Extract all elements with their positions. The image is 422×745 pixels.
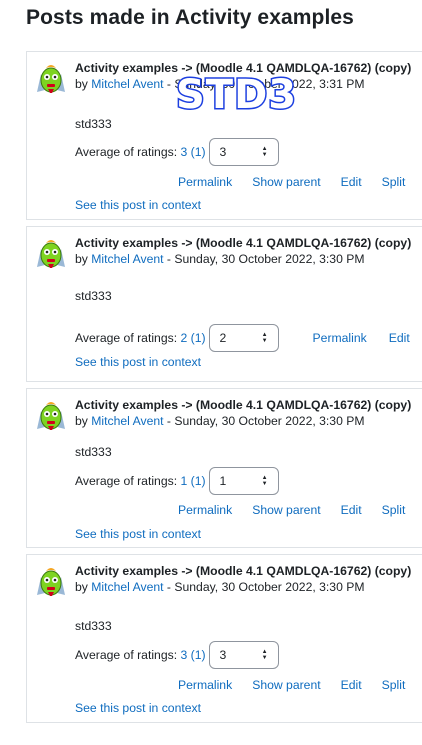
- green-monster-avatar-icon: [37, 568, 65, 596]
- post-byline: by Mitchel Avent - Sunday, 30 October 20…: [75, 252, 365, 266]
- edit-link[interactable]: Edit: [389, 331, 410, 345]
- by-label: by: [75, 580, 88, 594]
- forum-post: Activity examples -> (Moodle 4.1 QAMDLQA…: [26, 226, 422, 382]
- ratings-link[interactable]: 3 (1): [180, 648, 205, 662]
- post-byline: by Mitchel Avent - Sunday, 30 October 20…: [75, 580, 365, 594]
- see-in-context-link[interactable]: See this post in context: [75, 355, 201, 369]
- rating-select-value: 1: [219, 474, 227, 488]
- post-date: - Sunday, 30 October 2022, 3:30 PM: [163, 414, 365, 428]
- average-ratings-label: Average of ratings:: [75, 474, 178, 488]
- permalink-link[interactable]: Permalink: [178, 175, 232, 189]
- rating-row: Average of ratings: 2 (1) 2 ▲ ▼ Permalink…: [75, 324, 410, 352]
- post-commands: Permalink Show parent Edit Split: [158, 678, 405, 692]
- select-caret-icon: ▲ ▼: [261, 475, 268, 487]
- green-monster-avatar-icon: [37, 65, 65, 93]
- author-link[interactable]: Mitchel Avent: [91, 77, 163, 91]
- ratings-link[interactable]: 1 (1): [180, 474, 205, 488]
- select-caret-icon: ▲ ▼: [261, 332, 268, 344]
- post-body: std333: [75, 289, 112, 303]
- show-parent-link[interactable]: Show parent: [252, 503, 320, 517]
- rating-select-value: 3: [219, 648, 227, 662]
- split-link[interactable]: Split: [382, 175, 406, 189]
- rating-row: Average of ratings: 3 (1) 3 ▲ ▼: [75, 138, 279, 166]
- edit-link[interactable]: Edit: [341, 503, 362, 517]
- edit-link[interactable]: Edit: [341, 678, 362, 692]
- forum-post: Activity examples -> (Moodle 4.1 QAMDLQA…: [26, 388, 422, 548]
- author-link[interactable]: Mitchel Avent: [91, 414, 163, 428]
- rating-select[interactable]: 3 ▲ ▼: [208, 138, 279, 166]
- author-link[interactable]: Mitchel Avent: [91, 252, 163, 266]
- post-body: std333: [75, 619, 112, 633]
- post-body: std333: [75, 445, 112, 459]
- split-link[interactable]: Split: [382, 503, 406, 517]
- post-commands: Permalink Show parent Edit Split: [158, 503, 405, 517]
- ratings-link[interactable]: 2 (1): [180, 331, 205, 345]
- post-subject: Activity examples -> (Moodle 4.1 QAMDLQA…: [75, 236, 412, 250]
- split-link[interactable]: Split: [382, 678, 406, 692]
- edit-link[interactable]: Edit: [341, 175, 362, 189]
- see-in-context-link[interactable]: See this post in context: [75, 527, 201, 541]
- post-date: - Sunday, 30 October 2022, 3:30 PM: [163, 252, 365, 266]
- rating-select-value: 2: [219, 331, 227, 345]
- by-label: by: [75, 414, 88, 428]
- see-in-context-link[interactable]: See this post in context: [75, 701, 201, 715]
- rating-select-value: 3: [219, 145, 227, 159]
- rating-select[interactable]: 3 ▲ ▼: [208, 641, 279, 669]
- select-caret-icon: ▲ ▼: [261, 146, 268, 158]
- post-commands: Permalink Show parent Edit Split: [158, 175, 405, 189]
- post-date: - Sunday, 30 October 2022, 3:30 PM: [163, 580, 365, 594]
- average-ratings-label: Average of ratings:: [75, 648, 178, 662]
- rating-select[interactable]: 2 ▲ ▼: [208, 324, 279, 352]
- permalink-link[interactable]: Permalink: [178, 678, 232, 692]
- rating-select[interactable]: 1 ▲ ▼: [208, 467, 279, 495]
- permalink-link[interactable]: Permalink: [313, 331, 367, 345]
- average-ratings-label: Average of ratings:: [75, 145, 178, 159]
- rating-row: Average of ratings: 1 (1) 1 ▲ ▼: [75, 467, 279, 495]
- post-date: - Sunday, 30 October 2022, 3:31 PM: [163, 77, 365, 91]
- page-title: Posts made in Activity examples: [26, 6, 354, 29]
- post-subject: Activity examples -> (Moodle 4.1 QAMDLQA…: [75, 564, 412, 578]
- post-subject: Activity examples -> (Moodle 4.1 QAMDLQA…: [75, 61, 412, 75]
- permalink-link[interactable]: Permalink: [178, 503, 232, 517]
- rating-row: Average of ratings: 3 (1) 3 ▲ ▼: [75, 641, 279, 669]
- post-byline: by Mitchel Avent - Sunday, 30 October 20…: [75, 77, 365, 91]
- ratings-link[interactable]: 3 (1): [180, 145, 205, 159]
- by-label: by: [75, 77, 88, 91]
- green-monster-avatar-icon: [37, 240, 65, 268]
- show-parent-link[interactable]: Show parent: [252, 678, 320, 692]
- average-ratings-label: Average of ratings:: [75, 331, 178, 345]
- forum-post: Activity examples -> (Moodle 4.1 QAMDLQA…: [26, 554, 422, 723]
- select-caret-icon: ▲ ▼: [261, 649, 268, 661]
- post-byline: by Mitchel Avent - Sunday, 30 October 20…: [75, 414, 365, 428]
- green-monster-avatar-icon: [37, 402, 65, 430]
- post-body: std333: [75, 117, 112, 131]
- by-label: by: [75, 252, 88, 266]
- post-subject: Activity examples -> (Moodle 4.1 QAMDLQA…: [75, 398, 412, 412]
- author-link[interactable]: Mitchel Avent: [91, 580, 163, 594]
- forum-post: Activity examples -> (Moodle 4.1 QAMDLQA…: [26, 51, 422, 220]
- show-parent-link[interactable]: Show parent: [252, 175, 320, 189]
- see-in-context-link[interactable]: See this post in context: [75, 198, 201, 212]
